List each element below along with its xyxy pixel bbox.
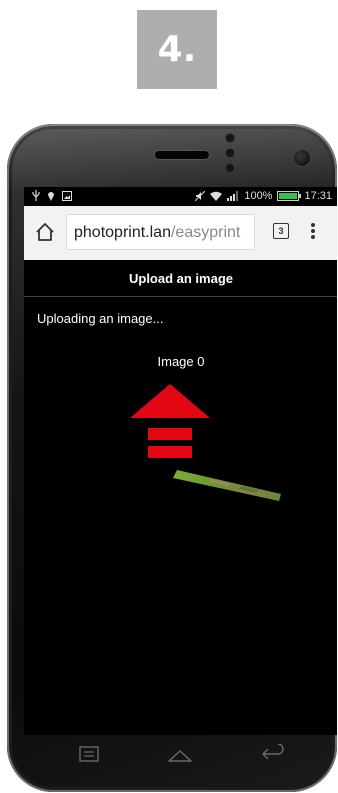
home-nav-icon[interactable] [167, 744, 193, 764]
status-bar-left [32, 190, 72, 201]
upload-arrow-icon [130, 384, 210, 458]
url-host: photoprint.lan [74, 224, 171, 241]
uploading-photo-thumbnail [173, 470, 281, 501]
mute-icon [195, 191, 206, 201]
step-number-badge: 4. [137, 10, 217, 89]
step-number: 4. [157, 29, 197, 70]
clock: 17:31 [304, 190, 332, 202]
recent-apps-icon[interactable] [76, 744, 102, 764]
navigation-bar [24, 736, 337, 774]
upload-status-text: Uploading an image... [37, 311, 164, 326]
url-input[interactable]: photoprint.lan/easyprint [66, 214, 255, 250]
usb-icon [32, 190, 40, 201]
led-sensor [226, 164, 234, 172]
phone-frame: 100% 17:31 photoprint.lan/easyprint 3 Up… [7, 124, 337, 792]
light-sensor [226, 149, 234, 157]
tabs-icon[interactable]: 3 [273, 223, 289, 239]
status-bar: 100% 17:31 [24, 187, 337, 205]
proximity-sensor [226, 134, 234, 142]
browser-toolbar: photoprint.lan/easyprint 3 [24, 206, 337, 260]
page-title: Upload an image [24, 260, 337, 297]
phone-gloss [7, 124, 337, 194]
home-icon[interactable] [34, 221, 56, 243]
signal-icon [227, 191, 239, 201]
battery-icon [277, 191, 302, 201]
tab-count: 3 [278, 226, 284, 236]
status-bar-right: 100% 17:31 [195, 190, 332, 202]
front-camera [294, 150, 310, 166]
image-label: Image 0 [157, 354, 205, 369]
location-icon [48, 192, 54, 201]
url-path: /easyprint [170, 224, 241, 241]
overflow-menu-icon[interactable] [309, 221, 317, 243]
back-icon[interactable] [260, 744, 286, 764]
gallery-notification-icon [62, 190, 72, 201]
wifi-icon [210, 191, 223, 201]
battery-percent: 100% [244, 190, 273, 202]
phone-speaker [155, 151, 209, 159]
phone-screen: 100% 17:31 photoprint.lan/easyprint 3 Up… [24, 187, 337, 735]
